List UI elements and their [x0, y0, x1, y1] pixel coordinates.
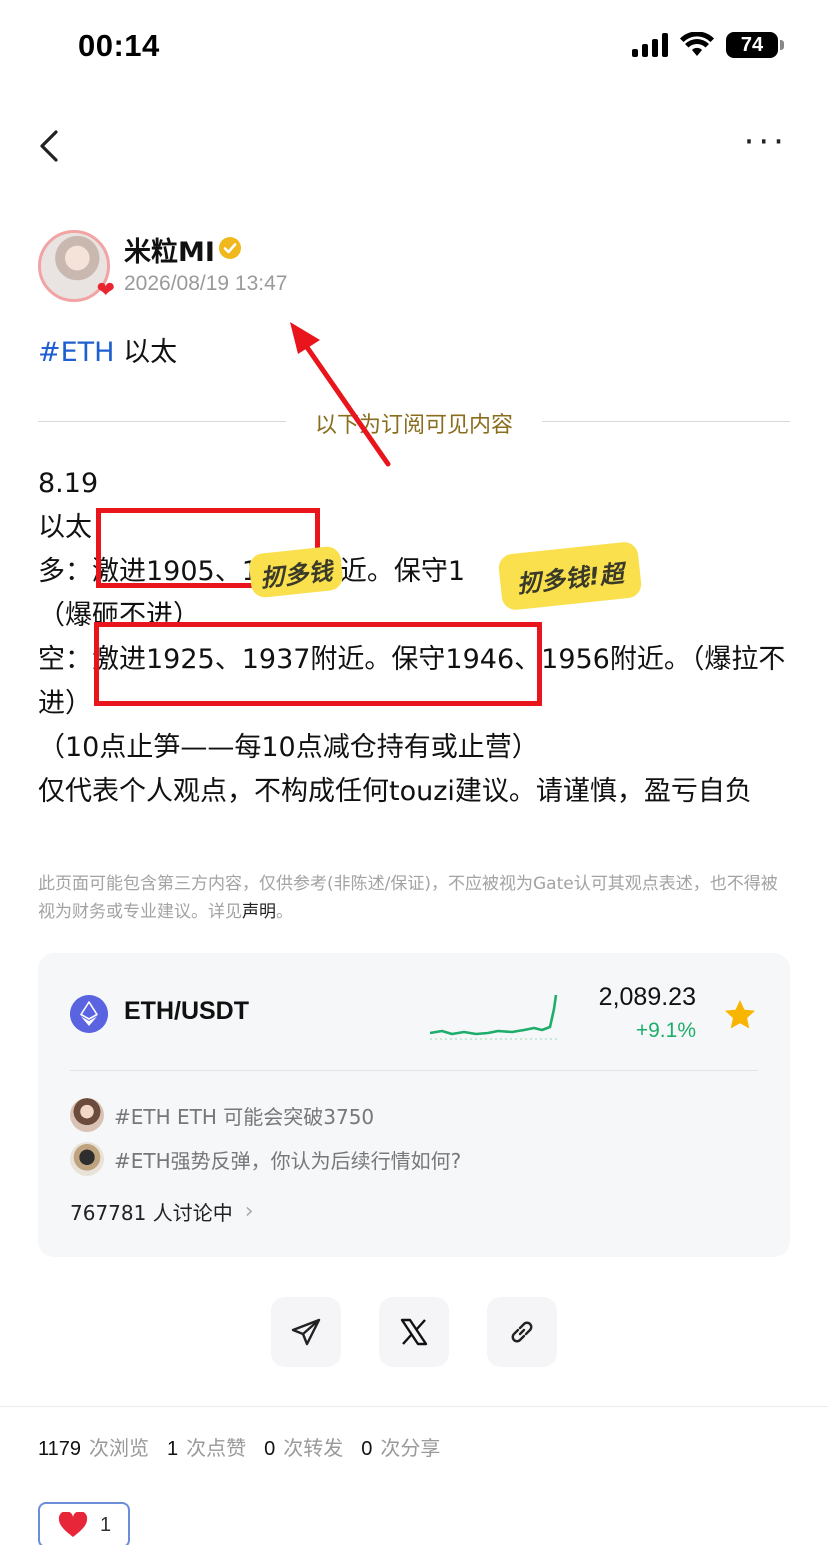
link-icon — [511, 1321, 533, 1343]
like-button[interactable]: 1 — [38, 1502, 130, 1545]
back-icon[interactable] — [36, 128, 64, 164]
bottom-divider — [0, 1406, 828, 1407]
stat-likes: 1 次点赞 — [167, 1436, 247, 1460]
post-line: （10点止笋——每10点减仓持有或止营） — [38, 732, 539, 763]
post-timestamp: 2026/08/19 13:47 — [124, 272, 288, 295]
avatar — [70, 1098, 104, 1132]
favorite-star-icon[interactable] — [722, 997, 758, 1033]
card-divider — [70, 1070, 758, 1071]
discussion-text: #ETH ETH 可能会突破3750 — [114, 1104, 375, 1129]
post-line: 仅代表个人观点，不构成任何touzi建议。请谨慎，盈亏自负 — [38, 776, 752, 807]
topic-line: #ETH 以太 — [38, 330, 177, 369]
price-value: 2,089.23 — [598, 983, 696, 1011]
status-icons: 74 — [632, 32, 784, 58]
eth-coin-icon — [70, 995, 108, 1033]
x-logo-icon — [400, 1318, 428, 1346]
stat-reposts: 0 次转发 — [264, 1436, 344, 1460]
heart-icon — [58, 1512, 88, 1537]
verified-badge-icon — [219, 237, 241, 259]
like-count: 1 — [100, 1513, 112, 1536]
subscription-divider: 以下为订阅可见内容 — [38, 405, 790, 439]
trading-pair[interactable]: ETH/USDT — [124, 997, 249, 1026]
discussion-count-link[interactable]: 767781 人讨论中 › — [70, 1197, 254, 1226]
more-icon[interactable]: ··· — [744, 125, 788, 159]
avatar — [70, 1142, 104, 1176]
x-share-button[interactable] — [379, 1297, 449, 1367]
telegram-icon — [291, 1318, 321, 1346]
post-line: 8.19 — [38, 468, 99, 499]
status-time: 00:14 — [78, 28, 160, 63]
discussion-text: #ETH强势反弹，你认为后续行情如何? — [114, 1148, 462, 1173]
stat-views: 1179 次浏览 — [38, 1436, 150, 1460]
author-avatar[interactable]: ❤ — [38, 230, 115, 303]
topic-text: 以太 — [114, 337, 178, 368]
telegram-share-button[interactable] — [271, 1297, 341, 1367]
battery-icon: 74 — [726, 32, 784, 58]
divider-line-right — [542, 421, 790, 422]
discussion-item[interactable]: #ETH强势反弹，你认为后续行情如何? — [70, 1142, 461, 1176]
red-arrow-annotation — [290, 322, 391, 467]
post-stats: 1179 次浏览 1 次点赞 0 次转发 0 次分享 — [38, 1432, 440, 1461]
discussion-item[interactable]: #ETH ETH 可能会突破3750 — [70, 1098, 374, 1132]
price-change: +9.1% — [635, 1019, 696, 1042]
red-highlight-box-2 — [94, 622, 542, 706]
discussion-count: 767781 人讨论中 — [70, 1201, 233, 1225]
share-row — [0, 1297, 828, 1367]
stat-shares: 0 次分享 — [361, 1436, 441, 1460]
chevron-right-icon: › — [244, 1199, 254, 1224]
wifi-icon — [680, 32, 714, 56]
hearts-badge-icon: ❤ — [96, 278, 115, 303]
status-bar: 00:14 74 — [0, 0, 828, 92]
market-card[interactable]: ETH/USDT 2,089.23 +9.1% #ETH ETH 可能会突破37… — [38, 953, 790, 1257]
disclaimer-link[interactable]: 声明 — [242, 902, 276, 922]
disclaimer-end: 。 — [276, 902, 293, 922]
author-name[interactable]: 米粒MI — [124, 230, 215, 269]
disclaimer-text: 此页面可能包含第三方内容，仅供参考(非陈述/保证)，不应被视为Gate认可其观点… — [38, 874, 778, 922]
cellular-signal-icon — [632, 33, 668, 57]
top-nav: ··· — [0, 118, 828, 174]
topic-hashtag[interactable]: #ETH — [38, 337, 114, 368]
copy-link-button[interactable] — [487, 1297, 557, 1367]
price-sparkline — [429, 994, 558, 1040]
subscription-label: 以下为订阅可见内容 — [314, 413, 513, 438]
disclaimer: 此页面可能包含第三方内容，仅供参考(非陈述/保证)，不应被视为Gate认可其观点… — [38, 870, 790, 926]
